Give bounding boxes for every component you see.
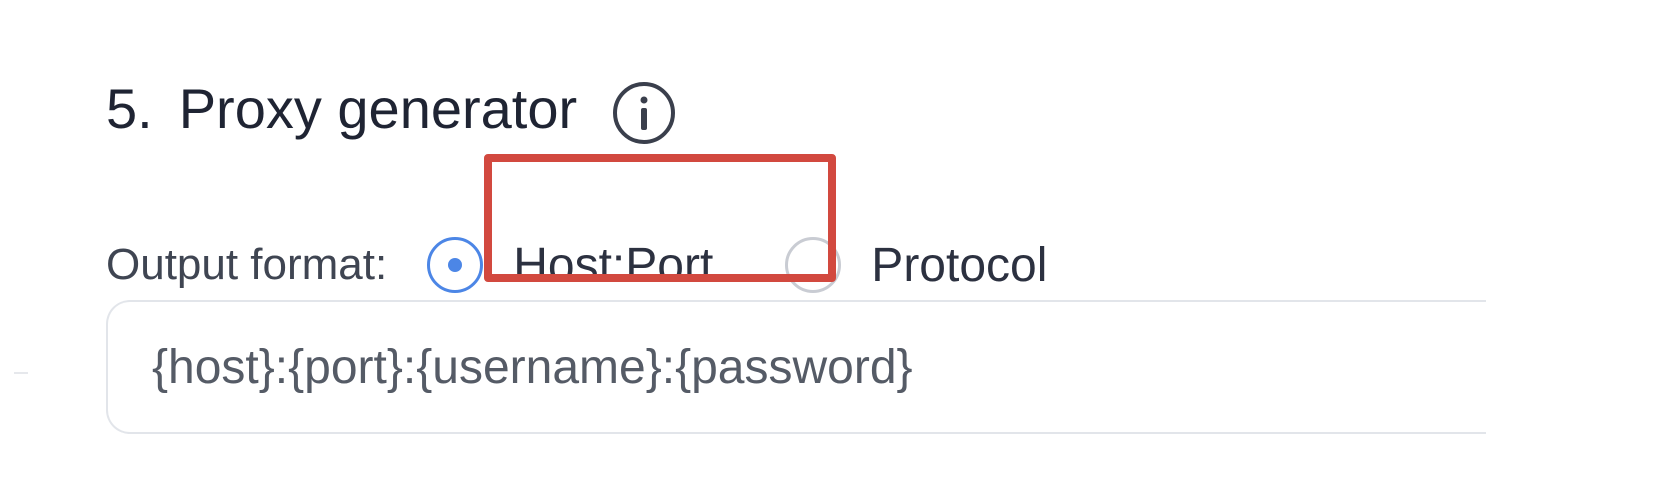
radio-label-protocol: Protocol <box>871 238 1048 292</box>
section-title: Proxy generator <box>178 76 578 140</box>
radio-option-host-port[interactable]: Host:Port <box>427 237 713 293</box>
radio-label-host-port: Host:Port <box>513 238 714 292</box>
radio-button-protocol[interactable] <box>785 237 842 293</box>
section-heading: 5. Proxy generator <box>106 68 679 148</box>
info-icon[interactable] <box>609 78 679 148</box>
divider-mark <box>14 372 28 374</box>
radio-button-host-port[interactable] <box>427 237 484 293</box>
proxy-generator-section: 5. Proxy generator Output format: Host:P… <box>106 60 1668 504</box>
output-format-row: Output format: Host:Port Protocol <box>106 230 1047 300</box>
radio-option-protocol[interactable]: Protocol <box>785 237 1047 293</box>
section-number: 5. <box>106 76 153 140</box>
format-template-field[interactable]: {host}:{port}:{username}:{password} <box>106 300 1486 434</box>
output-format-label: Output format: <box>106 240 388 289</box>
